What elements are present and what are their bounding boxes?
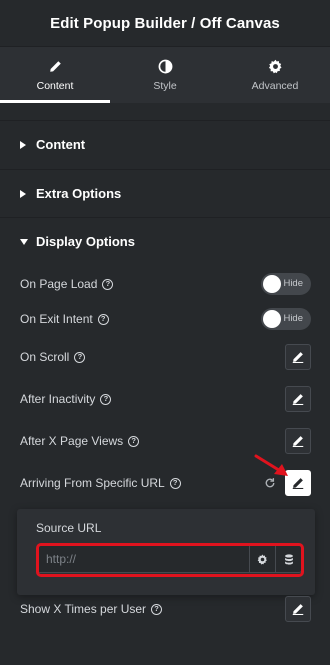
help-icon[interactable]: ? bbox=[97, 313, 109, 325]
help-icon[interactable]: ? bbox=[151, 603, 163, 615]
option-label: Arriving From Specific URL bbox=[20, 476, 165, 490]
toggle-knob bbox=[263, 275, 281, 293]
option-after-page-views: After X Page Views? bbox=[0, 426, 330, 456]
option-arriving-from-url: Arriving From Specific URL? bbox=[0, 468, 330, 498]
pencil-icon bbox=[47, 58, 63, 74]
section-label: Extra Options bbox=[36, 186, 122, 201]
pencil-icon bbox=[292, 436, 304, 447]
option-on-exit-intent: On Exit Intent? Hide bbox=[0, 304, 330, 334]
caret-right-icon bbox=[20, 140, 30, 149]
option-label: Show X Times per User bbox=[20, 602, 147, 616]
option-show-times-per-user: Show X Times per User? bbox=[0, 594, 330, 624]
toggle-text: Hide bbox=[283, 278, 303, 289]
after-inactivity-edit-button[interactable] bbox=[285, 386, 311, 412]
option-label: On Scroll bbox=[20, 350, 70, 364]
section-label: Content bbox=[36, 137, 86, 152]
on-page-load-toggle[interactable]: Hide bbox=[261, 273, 311, 295]
help-icon[interactable]: ? bbox=[169, 477, 181, 489]
tab-label: Advanced bbox=[251, 80, 299, 92]
source-url-popover: Source URL bbox=[17, 509, 315, 595]
caret-right-icon bbox=[20, 189, 30, 198]
caret-down-icon bbox=[20, 238, 30, 245]
arriving-url-edit-button[interactable] bbox=[285, 470, 311, 496]
tab-content[interactable]: Content bbox=[0, 47, 110, 103]
option-on-scroll: On Scroll? bbox=[0, 342, 330, 372]
page-title: Edit Popup Builder / Off Canvas bbox=[50, 14, 280, 32]
help-icon[interactable]: ? bbox=[102, 278, 114, 290]
on-scroll-edit-button[interactable] bbox=[285, 344, 311, 370]
popover-title: Source URL bbox=[36, 521, 102, 535]
gear-icon bbox=[267, 58, 283, 74]
toggle-text: Hide bbox=[283, 313, 303, 324]
panel-footer-edge bbox=[0, 658, 330, 665]
section-display-options[interactable]: Display Options bbox=[0, 217, 330, 265]
section-extra-options[interactable]: Extra Options bbox=[0, 169, 330, 217]
option-after-inactivity: After Inactivity? bbox=[0, 384, 330, 414]
pencil-icon bbox=[292, 478, 304, 489]
pencil-icon bbox=[292, 352, 304, 363]
help-icon[interactable]: ? bbox=[74, 351, 86, 363]
database-icon bbox=[284, 553, 293, 565]
tab-bar: Content Style Advanced bbox=[0, 46, 330, 103]
on-exit-intent-toggle[interactable]: Hide bbox=[261, 308, 311, 330]
source-url-input[interactable] bbox=[38, 546, 249, 572]
gear-icon bbox=[257, 554, 267, 564]
option-label: On Exit Intent bbox=[20, 312, 93, 326]
tab-label: Style bbox=[153, 80, 177, 92]
toggle-knob bbox=[263, 310, 281, 328]
option-label: After X Page Views bbox=[20, 434, 124, 448]
section-content[interactable]: Content bbox=[0, 120, 330, 168]
dynamic-tags-button[interactable] bbox=[275, 546, 301, 572]
url-settings-button[interactable] bbox=[249, 546, 275, 572]
show-times-edit-button[interactable] bbox=[285, 596, 311, 622]
tab-advanced[interactable]: Advanced bbox=[220, 47, 330, 103]
reset-icon[interactable] bbox=[263, 476, 277, 490]
option-label: After Inactivity bbox=[20, 392, 96, 406]
help-icon[interactable]: ? bbox=[128, 435, 140, 447]
after-page-views-edit-button[interactable] bbox=[285, 428, 311, 454]
source-url-field bbox=[37, 545, 302, 573]
help-icon[interactable]: ? bbox=[100, 393, 112, 405]
panel-header: Edit Popup Builder / Off Canvas bbox=[0, 0, 330, 46]
option-label: On Page Load bbox=[20, 277, 98, 291]
pencil-icon bbox=[292, 394, 304, 405]
tab-label: Content bbox=[36, 80, 74, 92]
contrast-icon bbox=[157, 58, 173, 74]
pencil-icon bbox=[292, 604, 304, 615]
tab-style[interactable]: Style bbox=[110, 47, 220, 103]
section-label: Display Options bbox=[36, 234, 135, 249]
option-on-page-load: On Page Load? Hide bbox=[0, 269, 330, 299]
